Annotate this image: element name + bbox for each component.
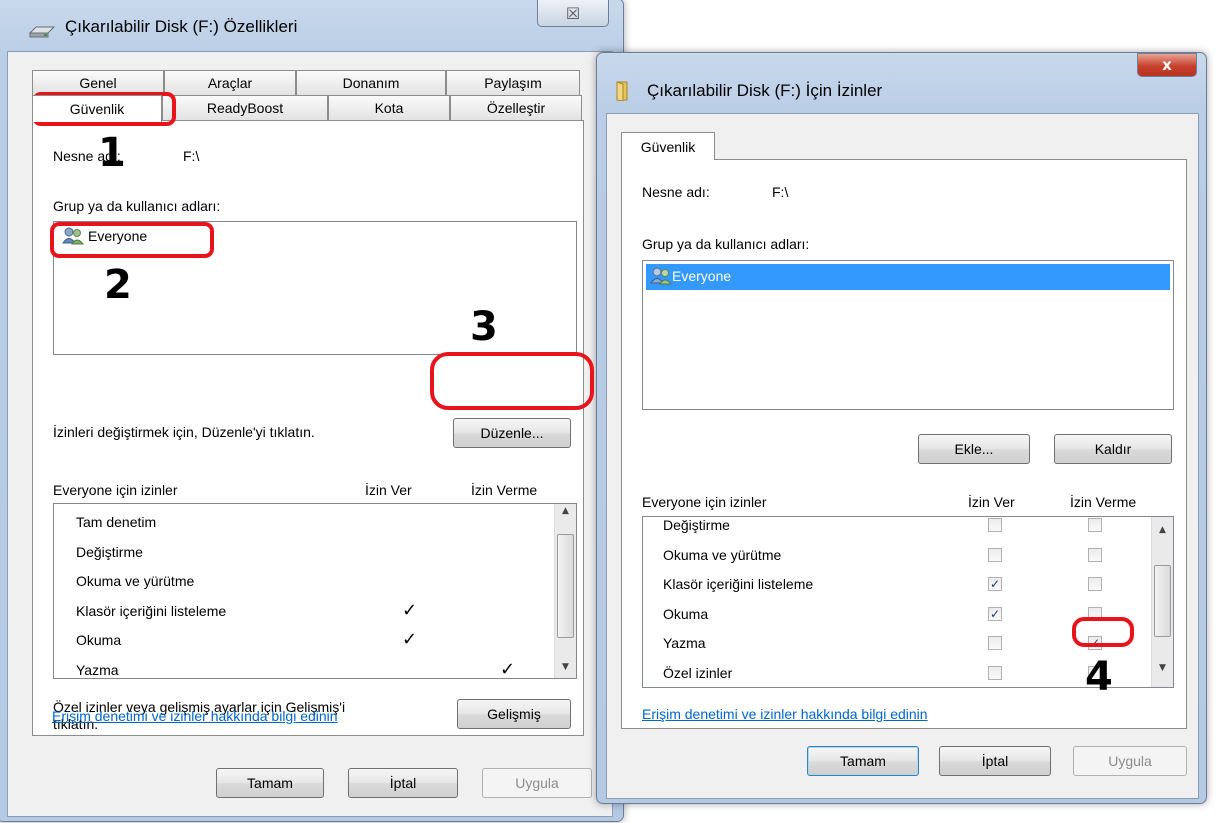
scroll-up-arrow[interactable]: ▲ <box>555 506 576 522</box>
annotation-number-4: 4 <box>1085 654 1113 700</box>
deny-checkbox[interactable] <box>1088 518 1102 532</box>
allow-check-mark: ✓ <box>402 629 418 650</box>
annotation-box-write-deny <box>1072 617 1134 647</box>
permission-name: Özel izinler <box>663 665 733 681</box>
tab-araclar[interactable]: Araçlar <box>164 70 296 95</box>
user-list[interactable]: Everyone <box>642 260 1174 410</box>
annotation-number-1: 1 <box>98 130 126 176</box>
permission-row: Okuma ✓ <box>54 626 576 654</box>
permission-name: Yazma <box>76 661 119 678</box>
security-tab-page: Nesne adı: F:\ Grup ya da kullanıcı adla… <box>32 120 584 736</box>
list-item-everyone-selected[interactable]: Everyone <box>646 264 1170 290</box>
cancel-button[interactable]: İptal <box>939 746 1051 776</box>
access-info-link[interactable]: Erişim denetimi ve izinler hakkında bilg… <box>52 708 338 724</box>
deny-checkbox[interactable] <box>1088 547 1102 562</box>
object-name-value: F:\ <box>772 184 789 200</box>
tab-ozellestir[interactable]: Özelleştir <box>450 95 582 120</box>
properties-close-button[interactable]: ☒ <box>537 0 609 27</box>
close-icon: ☒ <box>565 3 581 23</box>
permission-row: Okuma ve yürütme <box>54 567 576 595</box>
tab-donanim[interactable]: Donanım <box>296 70 446 95</box>
permission-name: Değiştirme <box>663 517 730 533</box>
permission-name: Okuma ve yürütme <box>76 573 195 589</box>
tab-guvenlik[interactable]: Güvenlik <box>32 95 162 122</box>
permission-name: Değiştirme <box>76 543 143 560</box>
allow-checkbox[interactable]: ✓ <box>988 577 1002 592</box>
edit-hint-text: İzinleri değiştirmek için, Düzenle'yi tı… <box>53 424 315 440</box>
object-name-label: Nesne adı: <box>642 184 710 200</box>
permission-row: Okuma ve yürütme <box>643 541 1173 569</box>
annotation-box-edit-button <box>430 352 594 410</box>
remove-button[interactable]: Kaldır <box>1054 434 1172 464</box>
deny-checkbox[interactable] <box>1088 577 1102 592</box>
close-icon: x <box>1162 56 1172 74</box>
permission-name: Klasör içeriğini listeleme <box>76 602 227 619</box>
add-button[interactable]: Ekle... <box>918 434 1030 464</box>
allow-column-header: İzin Ver <box>365 482 412 498</box>
scroll-up-arrow[interactable]: ▲ <box>1152 525 1173 541</box>
users-group-icon <box>650 267 672 285</box>
permission-name: Okuma <box>76 632 122 648</box>
scroll-down-arrow[interactable]: ▼ <box>1152 663 1173 679</box>
deny-column-header: İzin Verme <box>471 482 538 498</box>
perm-header-label: Everyone için izinler <box>53 482 178 498</box>
properties-titlebar[interactable]: Çıkarılabilir Disk (F:) Özellikleri <box>0 0 623 51</box>
scroll-thumb[interactable] <box>557 534 574 638</box>
allow-checkbox[interactable] <box>988 547 1002 562</box>
permissions-title: Çıkarılabilir Disk (F:) İçin İzinler <box>647 81 883 100</box>
deny-column-header: İzin Verme <box>1070 494 1137 510</box>
annotation-number-3: 3 <box>470 304 498 350</box>
access-info-link[interactable]: Erişim denetimi ve izinler hakkında bilg… <box>642 706 928 722</box>
permission-row: Değiştirme <box>643 517 1173 539</box>
group-names-label: Grup ya da kullanıcı adları: <box>53 198 221 214</box>
permission-row: Değiştirme <box>54 538 576 566</box>
ok-button[interactable]: Tamam <box>216 768 324 798</box>
annotation-number-2: 2 <box>104 262 132 308</box>
permissions-list[interactable]: Tam denetim Değiştirme Okuma ve yürütme Kla… <box>53 503 577 679</box>
perm-header-label: Everyone için izinler <box>642 494 767 510</box>
allow-check-mark: ✓ <box>402 599 418 621</box>
apply-button: Uygula <box>482 768 592 798</box>
user-name: Everyone <box>672 268 732 284</box>
permission-row: Klasör içeriğini listeleme ✓ <box>643 570 1173 598</box>
cancel-button[interactable]: İptal <box>348 768 458 798</box>
permission-name: Tam denetim <box>76 514 157 530</box>
allow-checkbox[interactable] <box>988 636 1002 651</box>
folder-icon <box>616 81 628 101</box>
allow-checkbox[interactable]: ✓ <box>988 606 1002 621</box>
allow-checkbox[interactable] <box>988 518 1002 532</box>
edit-button[interactable]: Düzenle... <box>453 418 571 448</box>
permission-row: Tam denetim <box>54 508 576 536</box>
apply-button: Uygula <box>1073 746 1187 776</box>
advanced-button[interactable]: Gelişmiş <box>457 699 571 729</box>
permission-row: Klasör içeriğini listeleme ✓ <box>54 597 576 625</box>
permission-row: Yazma ✓ <box>54 656 576 679</box>
allow-checkbox[interactable] <box>988 666 1002 680</box>
permissions-scrollbar[interactable]: ▲ ▼ <box>554 504 576 678</box>
permission-name: Okuma ve yürütme <box>663 546 782 563</box>
tab-kota[interactable]: Kota <box>328 95 450 120</box>
permission-name: Yazma <box>663 635 706 652</box>
permissions-titlebar[interactable]: Çıkarılabilir Disk (F:) İçin İzinler <box>597 53 1206 105</box>
scroll-thumb[interactable] <box>1154 565 1171 637</box>
properties-title: Çıkarılabilir Disk (F:) Özellikleri <box>65 17 298 36</box>
object-name-value: F:\ <box>183 148 200 164</box>
group-names-label: Grup ya da kullanıcı adları: <box>642 236 810 252</box>
allow-column-header: İzin Ver <box>968 494 1015 510</box>
permissions-window: Çıkarılabilir Disk (F:) İçin İzinler x G… <box>596 52 1207 804</box>
tab-guvenlik-perm[interactable]: Güvenlik <box>621 132 715 160</box>
permissions-scrollbar[interactable]: ▲ ▼ <box>1151 517 1173 687</box>
deny-check-mark: ✓ <box>500 658 516 679</box>
ok-button[interactable]: Tamam <box>807 746 919 776</box>
tab-paylasim[interactable]: Paylaşım <box>446 70 580 95</box>
scroll-down-arrow[interactable]: ▼ <box>555 662 576 678</box>
permission-name: Klasör içeriğini listeleme <box>663 576 814 593</box>
annotation-box-everyone <box>50 222 214 258</box>
removable-disk-icon <box>29 26 55 38</box>
tab-readyboost[interactable]: ReadyBoost <box>162 95 328 120</box>
permissions-close-button[interactable]: x <box>1137 53 1197 77</box>
permission-name: Okuma <box>663 605 709 622</box>
